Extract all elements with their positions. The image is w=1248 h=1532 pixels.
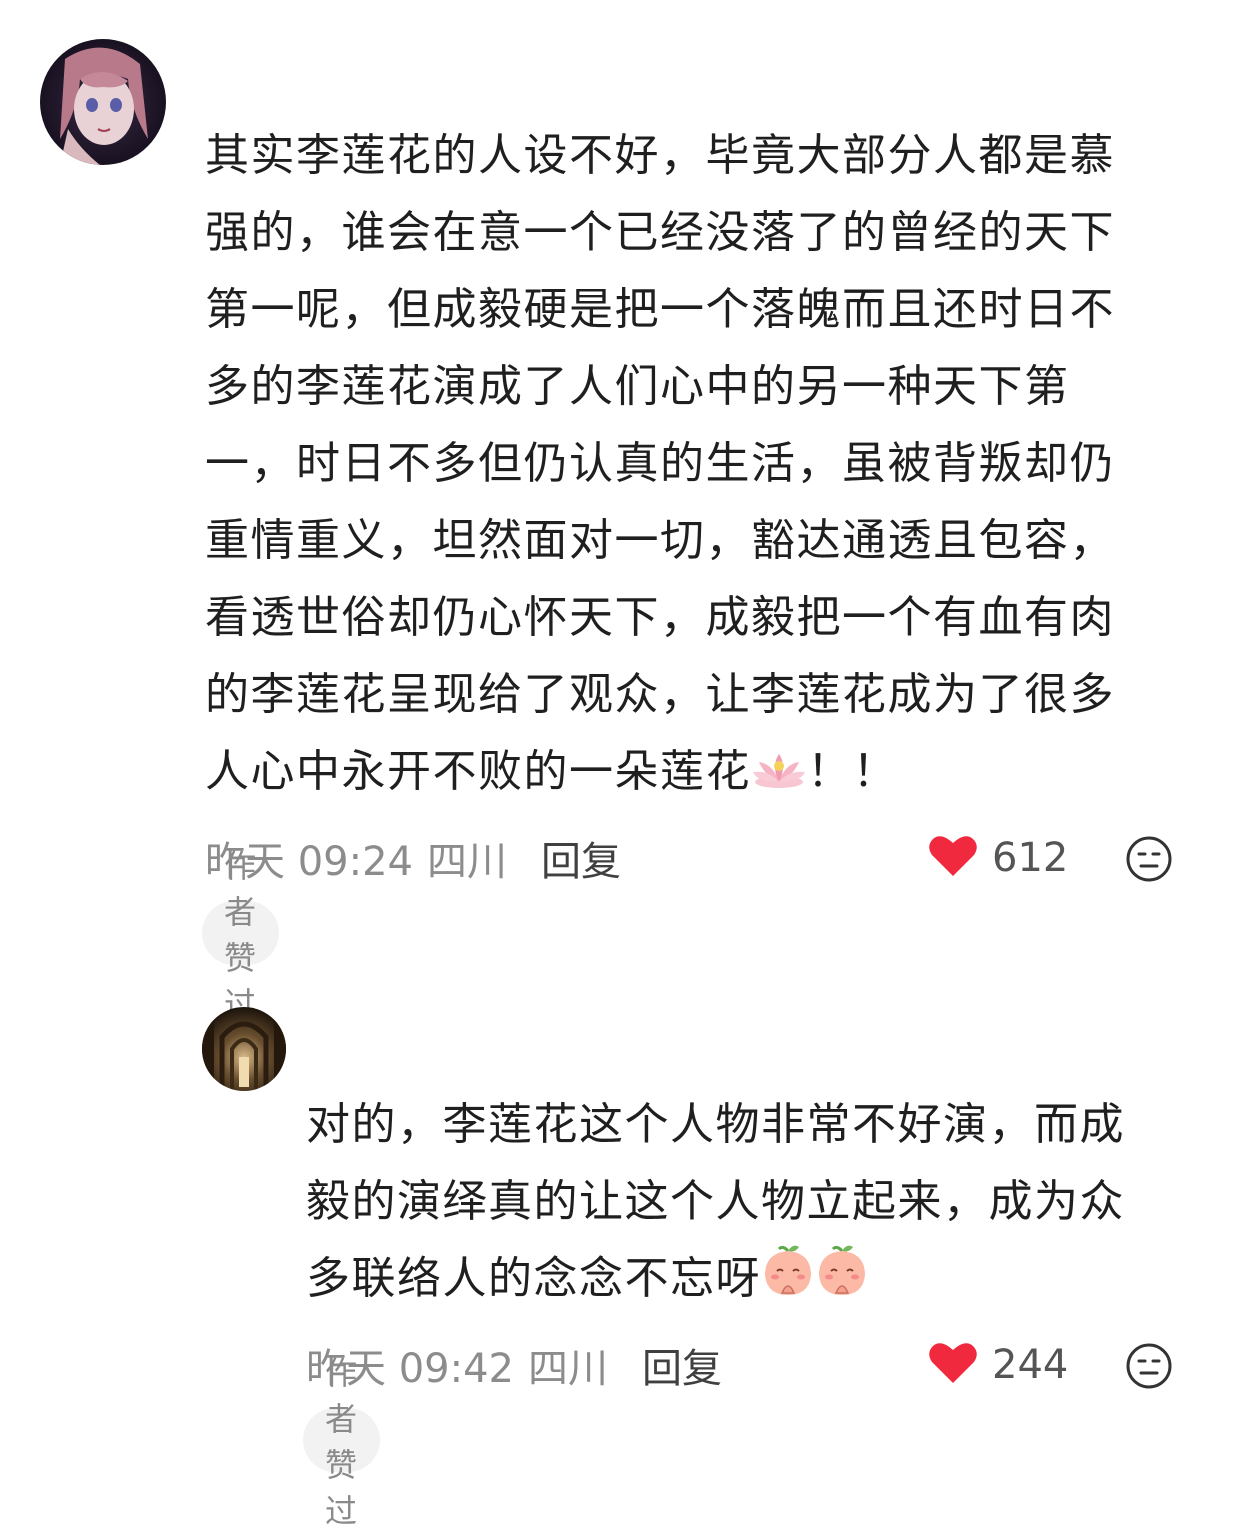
comment-line-last: 人心中永开不败的一朵莲花 ！！: [205, 733, 1115, 810]
lotus-emoji-icon: [751, 739, 807, 816]
comment-line: 多的李莲花演成了人们心中的另一种天下第: [205, 361, 1070, 412]
comment-line: 一，时日不多但仍认真的生活，虽被背叛却仍: [205, 438, 1115, 489]
reply-button[interactable]: 回复: [541, 829, 621, 887]
comment-line: 强的，谁会在意一个已经没落了的曾经的天下: [205, 207, 1115, 258]
heart-icon: [928, 1341, 978, 1389]
comment-meta: 昨天 09:24 四川 回复: [205, 828, 621, 888]
reply-line-last: 多联络人的念念不忘呀: [306, 1240, 1125, 1317]
peach-pray-emoji-icon: [761, 1243, 869, 1323]
anime-avatar-image: [40, 39, 166, 165]
like-count: 612: [992, 835, 1069, 881]
corridor-avatar-image: [202, 1007, 286, 1091]
comment-line: 重情重义，坦然面对一切，豁达通透且包容，: [205, 515, 1115, 566]
comment-text: 其实李莲花的人设不好，毕竟大部分人都是慕 强的，谁会在意一个已经没落了的曾经的天…: [205, 117, 1115, 810]
like-count: 244: [992, 1342, 1069, 1388]
reply-line: 毅的演绎真的让这个人物立起来，成为众: [306, 1176, 1125, 1227]
comment-line: 其实李莲花的人设不好，毕竟大部分人都是慕: [205, 130, 1115, 181]
reply-line: 对的，李莲花这个人物非常不好演，而成: [306, 1099, 1125, 1150]
neutral-face-icon[interactable]: [1125, 835, 1173, 883]
author-liked-badge: 作者赞过: [303, 1354, 381, 1530]
reply-text: 对的，李莲花这个人物非常不好演，而成 毅的演绎真的让这个人物立起来，成为众 多联…: [306, 1086, 1125, 1317]
heart-icon: [928, 834, 978, 882]
comment-exclaim: ！！: [807, 746, 898, 797]
comment-line: 第一呢，但成毅硬是把一个落魄而且还时日不: [205, 284, 1115, 335]
avatar[interactable]: [40, 39, 166, 165]
comment-location: 四川: [427, 839, 507, 885]
reply-line-text: 多联络人的念念不忘呀: [306, 1253, 761, 1304]
reply-meta: 昨天 09:42 四川 回复: [306, 1335, 722, 1395]
avatar[interactable]: [202, 1007, 286, 1091]
like-button[interactable]: 612: [928, 828, 1068, 888]
comment-line-text: 人心中永开不败的一朵莲花: [205, 746, 751, 797]
like-button[interactable]: 244: [928, 1335, 1068, 1395]
reply-button[interactable]: 回复: [642, 1336, 722, 1394]
author-liked-badge: 作者赞过: [202, 847, 280, 1023]
neutral-face-icon[interactable]: [1125, 1342, 1173, 1390]
comment-line: 的李莲花呈现给了观众，让李莲花成为了很多: [205, 669, 1115, 720]
reply-location: 四川: [528, 1346, 608, 1392]
comment-line: 看透世俗却仍心怀天下，成毅把一个有血有肉: [205, 592, 1115, 643]
